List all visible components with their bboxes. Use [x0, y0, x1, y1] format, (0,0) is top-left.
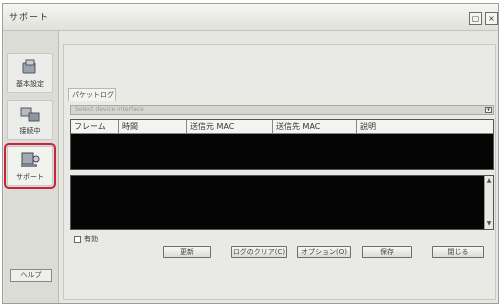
packet-table[interactable]: フレーム 時間 送信元 MAC 送信先 MAC 説明 — [70, 119, 494, 170]
sidebar: 基本設定 接続中 サポート ヘルプ — [4, 31, 59, 303]
column-header-source-mac[interactable]: 送信元 MAC — [187, 120, 273, 133]
sidebar-item-basic-settings[interactable]: 基本設定 — [7, 53, 53, 93]
interface-select[interactable]: Select device interface ▾ — [70, 105, 494, 115]
close-dialog-button[interactable]: 閉じる — [432, 246, 484, 258]
enable-checkbox[interactable] — [74, 236, 81, 243]
support-icon — [21, 152, 40, 167]
sidebar-item-label: 基本設定 — [16, 80, 44, 88]
title-bar: サポート ▢ × — [3, 4, 498, 31]
scroll-down-icon[interactable]: ▼ — [485, 220, 493, 228]
save-button[interactable]: 保存 — [362, 246, 412, 258]
options-button[interactable]: オプション(O) — [297, 246, 351, 258]
packet-detail-pane[interactable]: ▲ ▼ — [70, 175, 494, 230]
sidebar-item-support[interactable]: サポート — [4, 143, 56, 189]
scroll-up-icon[interactable]: ▲ — [485, 177, 493, 185]
column-header-description[interactable]: 説明 — [357, 120, 494, 133]
help-button[interactable]: ヘルプ — [10, 269, 52, 282]
column-header-dest-mac[interactable]: 送信先 MAC — [273, 120, 357, 133]
connection-icon — [20, 107, 40, 122]
window-title: サポート — [9, 13, 50, 23]
close-button[interactable]: × — [485, 12, 498, 25]
dropdown-arrow-icon[interactable]: ▾ — [485, 107, 492, 113]
clear-log-button[interactable]: ログのクリア(C) — [231, 246, 287, 258]
minimize-button[interactable]: ▢ — [469, 12, 482, 25]
sidebar-item-label: サポート — [16, 173, 44, 181]
interface-select-value: Select device interface — [75, 106, 144, 113]
tab-packet-log[interactable]: パケットログ — [68, 88, 116, 101]
sidebar-item-label: 接続中 — [19, 127, 41, 135]
refresh-button[interactable]: 更新 — [163, 246, 211, 258]
column-header-time[interactable]: 時間 — [119, 120, 187, 133]
detail-scrollbar[interactable]: ▲ ▼ — [484, 176, 493, 229]
sidebar-item-connection[interactable]: 接続中 — [7, 100, 53, 140]
packet-table-header: フレーム 時間 送信元 MAC 送信先 MAC 説明 — [71, 120, 493, 134]
enable-checkbox-label: 有効 — [84, 235, 98, 243]
main-panel — [63, 44, 496, 300]
settings-icon — [22, 59, 36, 74]
column-header-frame[interactable]: フレーム — [71, 120, 119, 133]
